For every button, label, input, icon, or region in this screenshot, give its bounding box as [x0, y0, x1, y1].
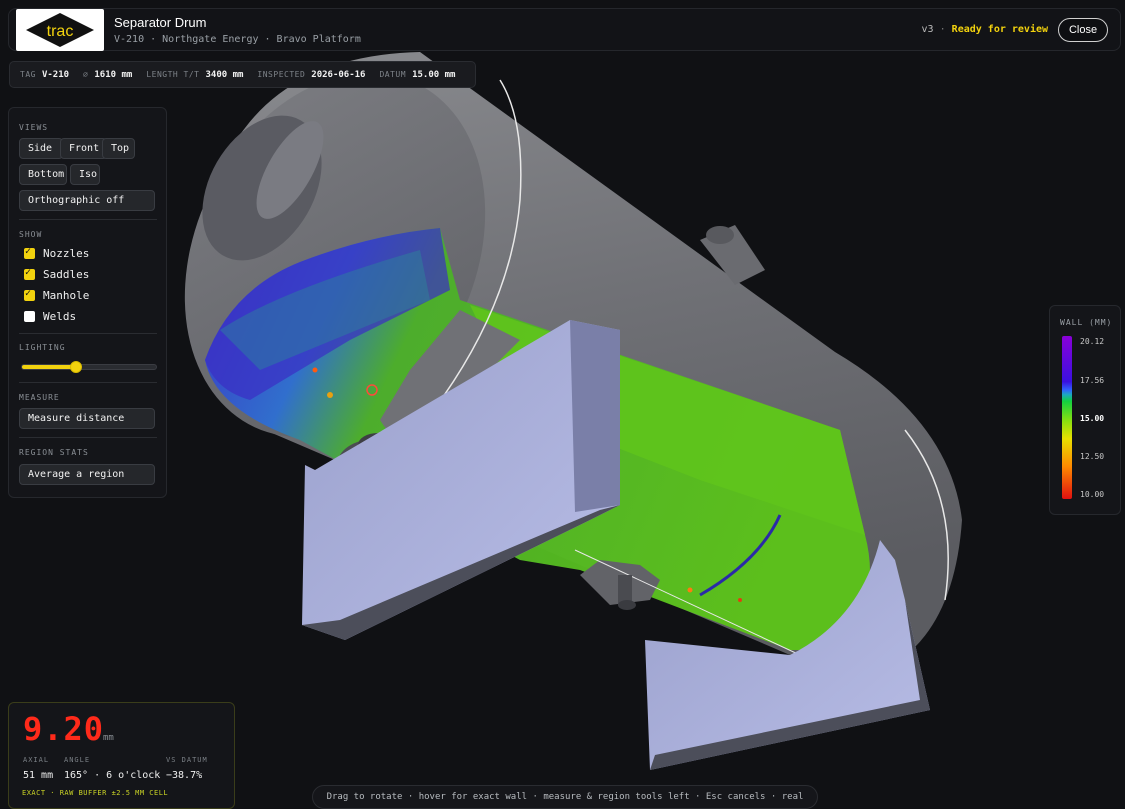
wall-thickness-unit: mm — [103, 733, 114, 743]
hover-readout: 9.20 mm AXIAL 51 mm ANGLE 165° · 6 o'clo… — [8, 702, 235, 809]
view-side-button[interactable]: Side — [19, 138, 63, 159]
legend-tick-datum: 15.00 — [1080, 414, 1105, 423]
legend-title: WALL (MM) — [1060, 318, 1113, 327]
saddles-label: Saddles — [43, 268, 90, 281]
vs-datum-value: −38.7% — [166, 770, 203, 781]
orthographic-toggle[interactable]: Orthographic off — [19, 190, 155, 211]
tag-value: V-210 — [41, 69, 70, 80]
review-status: v3 · Ready for review — [921, 24, 1048, 35]
axial-value: 51 mm — [23, 770, 54, 781]
legend-tick: 12.50 — [1080, 452, 1105, 461]
measure-title: MEASURE — [19, 393, 60, 402]
legend-tick: 10.00 — [1080, 490, 1105, 499]
views-title: VIEWS — [19, 123, 49, 132]
legend-color-bar — [1062, 336, 1072, 499]
page-title: Separator Drum — [114, 15, 207, 30]
wall-thickness-value: 9.20 — [23, 710, 105, 748]
wall-thickness-legend: WALL (MM) 20.12 17.56 15.00 12.50 10.00 — [1049, 305, 1121, 515]
vessel-3d-viewport[interactable] — [0, 0, 1125, 809]
view-front-button[interactable]: Front — [60, 138, 107, 159]
trac-logo: trac — [16, 9, 104, 51]
lighting-title: LIGHTING — [19, 343, 66, 352]
readout-footer: EXACT · RAW BUFFER ±2.5 MM CELL — [22, 789, 169, 797]
region-stats-title: REGION STATS — [19, 448, 89, 457]
status-badge: Ready for review — [951, 24, 1048, 35]
svg-text:trac: trac — [47, 23, 74, 40]
show-title: SHOW — [19, 230, 43, 239]
legend-tick: 20.12 — [1080, 337, 1105, 346]
welds-checkbox[interactable] — [24, 311, 35, 322]
legend-tick: 17.56 — [1080, 376, 1105, 385]
page-subtitle: V-210 · Northgate Energy · Bravo Platfor… — [114, 34, 361, 45]
lighting-slider[interactable] — [21, 361, 157, 373]
average-region-button[interactable]: Average a region — [19, 464, 155, 485]
nozzles-checkbox[interactable]: ✓ — [24, 246, 35, 259]
nozzles-label: Nozzles — [43, 247, 90, 260]
app-header: trac Separator Drum V-210 · Northgate En… — [8, 8, 1121, 51]
measure-distance-button[interactable]: Measure distance — [19, 408, 155, 429]
close-button[interactable]: Close — [1058, 18, 1108, 42]
view-bottom-button[interactable]: Bottom — [19, 164, 67, 185]
datum-value: 15.00 mm — [412, 69, 456, 80]
saddles-checkbox[interactable]: ✓ — [24, 267, 35, 280]
angle-value: 165° · 6 o'clock — [64, 770, 161, 781]
hint-bar: Drag to rotate · hover for exact wall · … — [312, 785, 818, 809]
welds-label: Welds — [43, 310, 77, 323]
manhole-label: Manhole — [43, 289, 90, 302]
inspected-date: 2026-06-16 — [311, 69, 366, 80]
lighting-slider-handle[interactable] — [69, 361, 82, 373]
diameter-value: 1610 mm — [94, 69, 133, 80]
vessel-info-strip: TAG V-210 ⌀ 1610 mm LENGTH T/T 3400 mm I… — [9, 61, 476, 88]
control-panel: VIEWS Side Front Top Bottom Iso Orthogra… — [8, 107, 167, 498]
view-top-button[interactable]: Top — [102, 138, 135, 159]
version-label: v3 — [921, 24, 934, 35]
length-value: 3400 mm — [205, 69, 244, 80]
view-iso-button[interactable]: Iso — [70, 164, 100, 185]
manhole-checkbox[interactable]: ✓ — [24, 288, 35, 301]
